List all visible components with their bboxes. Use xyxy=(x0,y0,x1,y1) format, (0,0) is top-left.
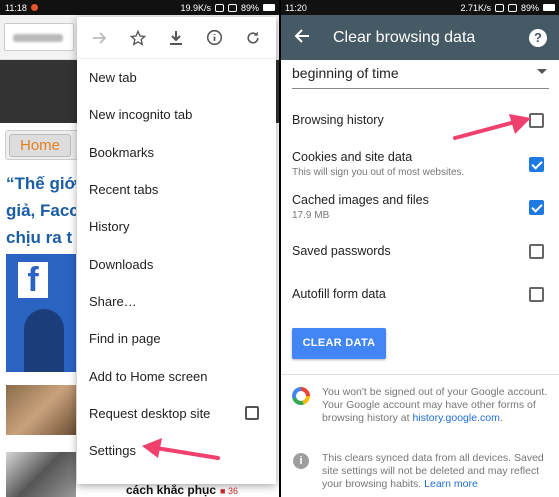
headline-line-2: giả, Facc xyxy=(6,201,76,220)
chrome-overflow-menu: New tab New incognito tab Bookmarks Rece… xyxy=(77,17,276,484)
menu-item-new-tab[interactable]: New tab xyxy=(77,59,276,96)
history-link[interactable]: history.google.com xyxy=(412,412,499,424)
menu-item-request-desktop-site[interactable]: Request desktop site xyxy=(77,395,276,432)
download-icon[interactable] xyxy=(165,27,187,49)
status-time: 11:20 xyxy=(285,2,307,13)
home-link[interactable]: Home xyxy=(9,134,71,157)
option-autofill[interactable]: Autofill form data xyxy=(292,287,544,302)
menu-item-label: Share… xyxy=(89,293,137,309)
battery-icon xyxy=(543,4,555,11)
option-subtext: 17.9 MB xyxy=(292,210,330,221)
divider xyxy=(281,374,559,375)
menu-item-share[interactable]: Share… xyxy=(77,283,276,320)
time-range-select[interactable]: beginning of time xyxy=(292,61,549,89)
menu-item-label: Downloads xyxy=(89,256,154,272)
forward-arrow-icon[interactable] xyxy=(89,27,111,49)
article-image[interactable]: f xyxy=(6,254,76,372)
dropdown-caret-icon xyxy=(537,69,547,74)
facebook-logo-icon: f xyxy=(18,262,48,298)
sync-note: This clears synced data from all devices… xyxy=(322,452,550,491)
menu-item-bookmarks[interactable]: Bookmarks xyxy=(77,134,276,171)
status-bar: 11:20 2.71K/s 89% xyxy=(281,0,559,15)
menu-item-new-incognito-tab[interactable]: New incognito tab xyxy=(77,96,276,133)
article-headline[interactable]: “Thế giớ giả, Facc chịu ra t xyxy=(6,170,76,251)
menu-item-history[interactable]: History xyxy=(77,208,276,245)
headline-line-3: chịu ra t xyxy=(6,228,73,247)
google-note-end: . xyxy=(499,412,503,424)
time-range-value: beginning of time xyxy=(292,65,399,81)
learn-more-link[interactable]: Learn more xyxy=(424,478,478,490)
menu-item-label: Request desktop site xyxy=(89,405,211,421)
article-thumbnail[interactable] xyxy=(6,385,76,435)
article-caption[interactable]: cách khắc phục ■ 36 xyxy=(126,483,238,497)
menu-item-add-to-home-screen[interactable]: Add to Home screen xyxy=(77,357,276,394)
wifi-icon xyxy=(214,3,224,12)
article-thumbnail[interactable] xyxy=(6,452,76,497)
status-time: 11:18 xyxy=(5,2,27,13)
info-icon: i xyxy=(293,453,309,469)
signal-icon xyxy=(507,3,517,12)
menu-item-label: New incognito tab xyxy=(89,107,193,123)
status-bar: 11:18 19.9K/s 89% xyxy=(0,0,279,15)
address-field[interactable] xyxy=(4,23,74,51)
google-account-note: You won't be signed out of your Google a… xyxy=(322,386,550,425)
cookies-checkbox[interactable] xyxy=(529,157,544,172)
back-arrow-icon[interactable] xyxy=(281,26,323,49)
menu-item-recent-tabs[interactable]: Recent tabs xyxy=(77,171,276,208)
comment-count-value: 36 xyxy=(227,486,238,496)
menu-item-label: Settings xyxy=(89,443,136,459)
menu-item-find-in-page[interactable]: Find in page xyxy=(77,320,276,357)
network-speed: 2.71K/s xyxy=(460,2,491,13)
menu-item-label: Find in page xyxy=(89,331,161,347)
cached-images-checkbox[interactable] xyxy=(529,200,544,215)
option-cookies[interactable]: Cookies and site data This will sign you… xyxy=(292,150,544,178)
caption-text: cách khắc phục xyxy=(126,483,217,497)
refresh-icon[interactable] xyxy=(242,27,264,49)
pointer-arrow-icon xyxy=(142,438,220,460)
desktop-site-checkbox[interactable] xyxy=(245,406,259,421)
signal-icon xyxy=(227,3,237,12)
right-screenshot: 11:20 2.71K/s 89% Clear browsing data ? … xyxy=(281,0,559,497)
option-cached-images[interactable]: Cached images and files 17.9 MB xyxy=(292,193,544,221)
page-title: Clear browsing data xyxy=(333,28,476,46)
pointer-arrow-icon xyxy=(453,114,531,140)
option-subtext: This will sign you out of most websites. xyxy=(292,167,465,178)
left-screenshot: 11:18 19.9K/s 89% Home “Thế giớ giả, Fac… xyxy=(0,0,279,497)
battery-percent: 89% xyxy=(240,2,259,13)
network-speed: 19.9K/s xyxy=(180,2,211,13)
info-icon[interactable] xyxy=(204,27,226,49)
wifi-icon xyxy=(494,3,504,12)
menu-item-label: New tab xyxy=(89,70,137,86)
app-bar: Clear browsing data ? xyxy=(281,15,559,60)
menu-toolbar xyxy=(77,17,276,59)
help-icon[interactable]: ? xyxy=(529,28,547,47)
option-label: Cookies and site data xyxy=(292,150,413,164)
google-logo-icon xyxy=(292,387,310,405)
menu-item-label: Add to Home screen xyxy=(89,368,208,384)
notification-icon xyxy=(30,4,38,11)
headline-line-1: “Thế giớ xyxy=(6,174,76,193)
option-saved-passwords[interactable]: Saved passwords xyxy=(292,244,544,259)
battery-percent: 89% xyxy=(520,2,539,13)
blurred-url xyxy=(13,34,63,42)
saved-passwords-checkbox[interactable] xyxy=(529,244,544,259)
comment-count: ■ 36 xyxy=(220,486,238,496)
battery-icon xyxy=(263,4,275,11)
star-icon[interactable] xyxy=(127,27,149,49)
menu-item-label: Bookmarks xyxy=(89,144,155,160)
autofill-checkbox[interactable] xyxy=(529,287,544,302)
menu-item-label: Recent tabs xyxy=(89,182,159,198)
clear-data-button[interactable]: CLEAR DATA xyxy=(292,328,386,359)
person-silhouette xyxy=(24,309,64,372)
menu-item-downloads[interactable]: Downloads xyxy=(77,245,276,282)
option-label: Cached images and files xyxy=(292,193,429,207)
option-label: Saved passwords xyxy=(292,244,391,258)
menu-item-label: History xyxy=(89,219,130,235)
option-label: Autofill form data xyxy=(292,287,386,301)
